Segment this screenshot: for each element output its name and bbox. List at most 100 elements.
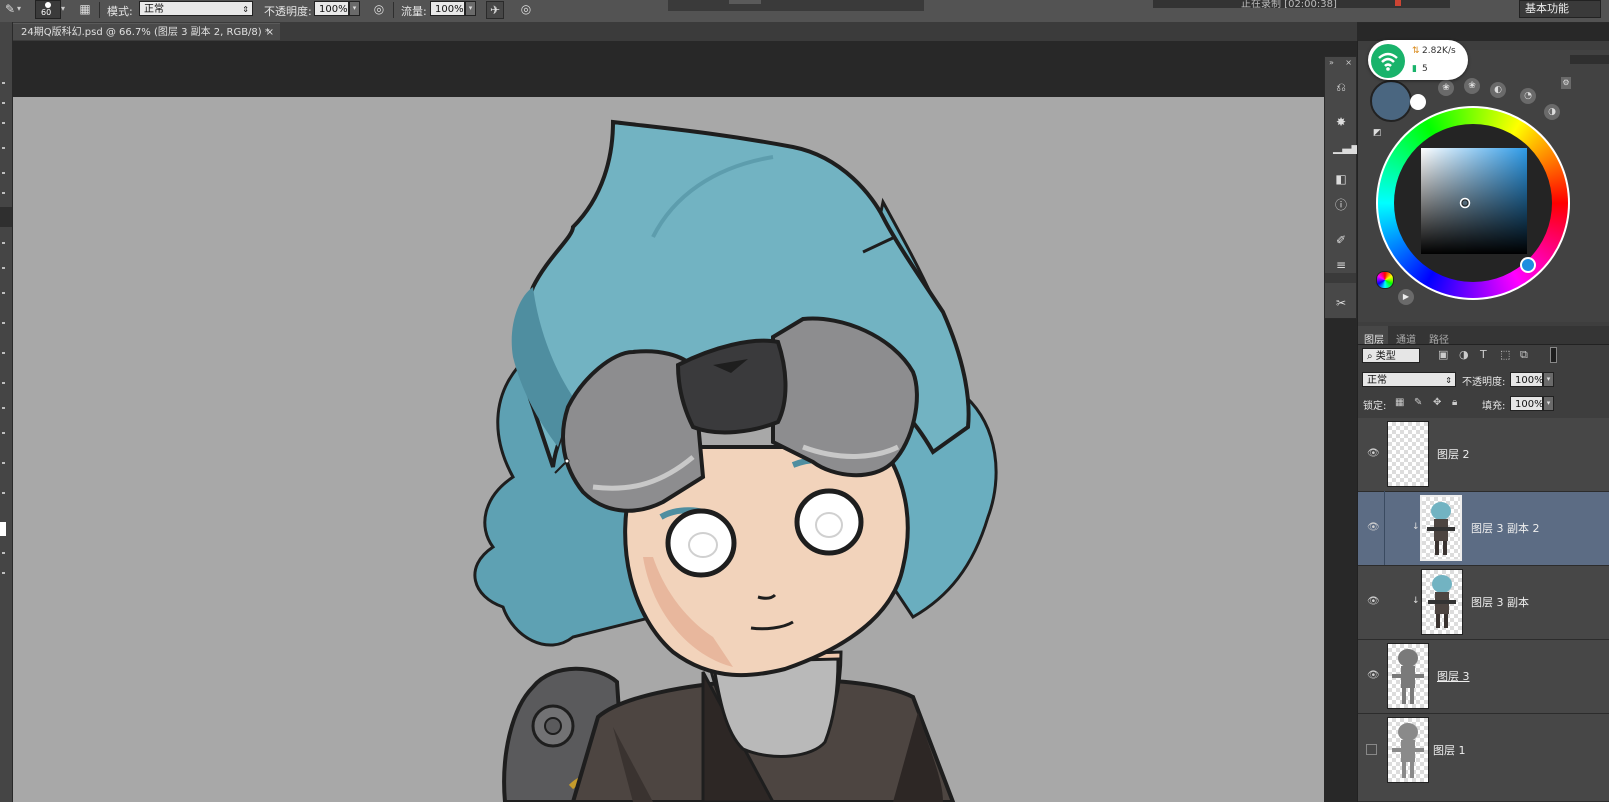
opacity-input[interactable]: 100%	[314, 1, 349, 16]
layer-opacity-dropdown[interactable]: ▾	[1543, 372, 1554, 387]
tool-pen-icon[interactable]	[2, 382, 5, 384]
fill-dropdown[interactable]: ▾	[1543, 396, 1554, 411]
tool-crop-icon[interactable]	[2, 172, 5, 174]
brush-settings-icon[interactable]: ≡	[1333, 257, 1349, 273]
harmony-mode-icon[interactable]: ❀	[1464, 78, 1480, 94]
filter-type-icon[interactable]: T	[1480, 348, 1487, 361]
tool-brush-icon-active[interactable]	[0, 207, 12, 227]
lock-all-icon[interactable]: 🔒︎	[1452, 397, 1457, 408]
brush-preset-dropdown[interactable]: ▾	[61, 4, 65, 13]
separator	[99, 2, 100, 18]
mode-select[interactable]: 正常 ⇕	[139, 1, 253, 16]
flow-dropdown[interactable]: ▾	[465, 1, 476, 16]
tab-channels[interactable]: 通道	[1396, 331, 1416, 346]
mode-value: 正常	[144, 4, 164, 15]
tool-quick-select-icon[interactable]	[2, 147, 5, 149]
brush-panel-toggle-icon[interactable]: ▦	[77, 1, 93, 17]
visibility-eye-icon[interactable]: 👁︎	[1367, 522, 1380, 534]
brush-preset-picker[interactable]: 60	[35, 0, 61, 19]
collapsed-panels-strip: » × ⎌ ✸ ▁▃▅ ◧ ⓘ ✐ ≡ ✂	[1324, 56, 1361, 319]
filter-shape-icon[interactable]: ⬚	[1500, 348, 1510, 361]
canvas-artboard[interactable]	[13, 97, 1324, 802]
brush-presets-icon[interactable]: ✐	[1333, 232, 1349, 248]
tool-marquee-icon[interactable]	[2, 102, 5, 104]
palette-mode-icon[interactable]: ❀	[1438, 80, 1454, 96]
adjustments-icon[interactable]: ◧	[1333, 171, 1349, 187]
filter-adjustment-icon[interactable]: ◑	[1459, 348, 1469, 361]
layer-row[interactable]: 👁︎ 图层 3	[1358, 640, 1609, 714]
layer-name[interactable]: 图层 3	[1437, 668, 1470, 684]
search-icon: ⌕	[1367, 351, 1376, 362]
layer-row[interactable]: 👁︎ 图层 2	[1358, 418, 1609, 492]
layer-name[interactable]: 图层 1	[1433, 742, 1466, 758]
tab-layers[interactable]: 图层	[1364, 331, 1384, 346]
tab-paths[interactable]: 路径	[1429, 331, 1449, 346]
layer-row[interactable]: 图层 1	[1358, 714, 1609, 802]
lock-label: 锁定:	[1363, 401, 1387, 412]
tool-gradient-icon[interactable]	[2, 322, 5, 324]
tool-text-icon[interactable]	[2, 407, 5, 409]
tool-dodge-icon[interactable]	[2, 352, 5, 354]
gradient-mode-icon[interactable]: ◐	[1490, 82, 1506, 98]
brush-tool-icon[interactable]: ✎	[2, 1, 18, 17]
tools-options-icon[interactable]: ✂	[1333, 295, 1349, 311]
pressure-size-icon[interactable]: ◎	[518, 1, 534, 17]
lock-pixels-icon[interactable]: ✎	[1414, 397, 1422, 408]
record-stop-icon[interactable]	[1395, 0, 1401, 6]
tool-clone-icon[interactable]	[2, 267, 5, 269]
history-icon[interactable]: ⎌	[1333, 79, 1349, 95]
airbrush-icon[interactable]: ✈	[486, 1, 504, 19]
tool-eraser-icon[interactable]	[2, 292, 5, 294]
layer-opacity-input[interactable]: 100%	[1510, 372, 1544, 387]
panel-settings-icon[interactable]: ⚙	[1561, 77, 1571, 89]
layer-row-selected[interactable]: 👁︎ ↓ 图层 3 副本 2	[1358, 491, 1609, 566]
filter-smart-object-icon[interactable]: ⧉	[1520, 348, 1528, 362]
fill-input[interactable]: 100%	[1510, 396, 1544, 411]
lock-transparency-icon[interactable]: ▦	[1395, 397, 1404, 408]
tool-move-icon[interactable]	[2, 82, 5, 84]
flow-input[interactable]: 100%	[430, 1, 465, 16]
tool-hand-icon[interactable]	[2, 492, 5, 494]
layer-name[interactable]: 图层 2	[1437, 446, 1470, 462]
visibility-eye-icon[interactable]: 👁︎	[1367, 670, 1380, 682]
filter-pixel-icon[interactable]: ▣	[1438, 348, 1448, 361]
tool-shape-icon[interactable]	[2, 462, 5, 464]
recorder-overlay	[668, 0, 924, 11]
info-icon[interactable]: ⓘ	[1333, 197, 1349, 213]
document-tab[interactable]: 24期Q版科幻.psd @ 66.7% (图层 3 副本 2, RGB/8) *…	[12, 23, 280, 40]
workspace-button[interactable]: 基本功能	[1519, 0, 1601, 18]
filter-toggle-switch[interactable]	[1550, 347, 1557, 363]
tool-healing-icon[interactable]	[2, 242, 5, 244]
quick-mask-icon[interactable]	[2, 552, 5, 554]
layer-row[interactable]: 👁︎ ↓ 图层 3 副本	[1358, 566, 1609, 640]
histogram-icon[interactable]: ▁▃▅	[1333, 139, 1361, 155]
visibility-off-checkbox[interactable]	[1366, 744, 1377, 755]
close-panels-icon[interactable]: ×	[1345, 58, 1352, 67]
navigator-icon[interactable]: ✸	[1333, 114, 1349, 130]
layer-name[interactable]: 图层 3 副本	[1471, 594, 1529, 610]
color-wheel[interactable]	[1375, 105, 1571, 301]
visibility-eye-icon[interactable]: 👁︎	[1367, 448, 1380, 460]
visibility-eye-icon[interactable]: 👁︎	[1367, 596, 1380, 608]
blend-mode-value: 正常	[1367, 375, 1387, 386]
opacity-dropdown[interactable]: ▾	[349, 1, 360, 16]
close-tab-icon[interactable]: ×	[266, 24, 274, 41]
layer-filter-select[interactable]: ⌕ 类型	[1362, 348, 1420, 363]
lock-position-icon[interactable]: ✥	[1433, 397, 1441, 408]
color-wheel-mode-icon[interactable]	[1376, 271, 1394, 289]
layer-name[interactable]: 图层 3 副本 2	[1471, 520, 1540, 536]
opacity-label: 不透明度:	[264, 5, 312, 18]
network-speed: 2.82K/s	[1422, 46, 1456, 56]
screen-mode-icon[interactable]	[2, 572, 5, 574]
tool-lasso-icon[interactable]	[2, 122, 5, 124]
mixer-mode-icon[interactable]: ◔	[1520, 88, 1536, 104]
foreground-swatch[interactable]	[0, 522, 6, 536]
tool-path-select-icon[interactable]	[2, 432, 5, 434]
play-icon[interactable]: ▶	[1398, 289, 1414, 305]
pressure-opacity-icon[interactable]: ◎	[371, 1, 387, 17]
recording-status: 正在录制 [02:00:38]	[1241, 0, 1337, 8]
tool-preset-dropdown[interactable]: ▾	[17, 4, 21, 13]
expand-panels-icon[interactable]: »	[1329, 58, 1334, 67]
blend-mode-select[interactable]: 正常 ⇕	[1362, 372, 1456, 387]
tool-eyedropper-icon[interactable]	[2, 192, 5, 194]
